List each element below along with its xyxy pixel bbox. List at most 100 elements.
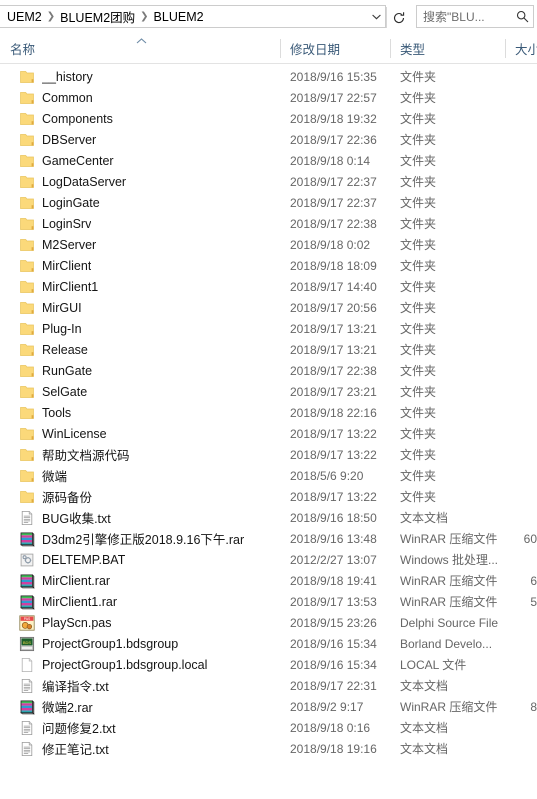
file-row[interactable]: Common 2018/9/17 22:57 文件夹 [0, 87, 537, 108]
column-header-type[interactable]: 类型 [390, 34, 505, 63]
file-row[interactable]: GameCenter 2018/9/18 0:14 文件夹 [0, 150, 537, 171]
breadcrumb-item[interactable]: BLUEM2 [150, 9, 208, 25]
file-name-cell[interactable]: M2Server [0, 237, 280, 253]
column-header-date[interactable]: 修改日期 [280, 34, 390, 63]
file-name-cell[interactable]: 修正笔记.txt [0, 739, 280, 758]
file-name-label: RunGate [42, 363, 93, 378]
file-name-cell[interactable]: BUG收集.txt [0, 508, 280, 527]
file-row[interactable]: Components 2018/9/18 19:32 文件夹 [0, 108, 537, 129]
file-name-cell[interactable]: 编译指令.txt [0, 676, 280, 695]
file-name-cell[interactable]: Tools [0, 405, 280, 421]
file-name-cell[interactable]: Release [0, 342, 280, 358]
folder-icon [19, 447, 35, 463]
file-row[interactable]: 帮助文档源代码 2018/9/17 13:22 文件夹 [0, 444, 537, 465]
file-name-cell[interactable]: 问题修复2.txt [0, 718, 280, 737]
file-row[interactable]: SelGate 2018/9/17 23:21 文件夹 [0, 381, 537, 402]
file-name-cell[interactable]: 微端2.rar [0, 697, 280, 716]
refresh-icon[interactable] [387, 5, 411, 30]
file-date-cell: 2018/9/17 13:21 [290, 321, 377, 336]
file-row[interactable]: LogDataServer 2018/9/17 22:37 文件夹 [0, 171, 537, 192]
file-name-cell[interactable]: __history [0, 69, 280, 85]
file-row[interactable]: __history 2018/9/16 15:35 文件夹 [0, 66, 537, 87]
file-date-cell: 2018/9/17 22:57 [290, 90, 377, 105]
file-row[interactable]: BDS ProjectGroup1.bdsgroup 2018/9/16 15:34… [0, 633, 537, 654]
search-input[interactable]: 搜索"BLU... [416, 5, 534, 28]
folder-icon [19, 342, 35, 358]
file-name-cell[interactable]: PAS PlayScn.pas [0, 614, 280, 631]
file-row[interactable]: MirClient.rar 2018/9/18 19:41 WinRAR 压缩文件 6 [0, 570, 537, 591]
file-row[interactable]: 源码备份 2018/9/17 13:22 文件夹 [0, 486, 537, 507]
folder-icon [19, 237, 35, 253]
file-row[interactable]: LoginSrv 2018/9/17 22:38 文件夹 [0, 213, 537, 234]
breadcrumb-item[interactable]: BLUEM2团购 [56, 6, 139, 27]
file-type-cell: 文本文档 [400, 511, 449, 525]
file-row[interactable]: BUG收集.txt 2018/9/16 18:50 文本文档 [0, 507, 537, 528]
file-row[interactable]: MirGUI 2018/9/17 20:56 文件夹 [0, 297, 537, 318]
text-file-icon [19, 741, 35, 757]
file-row[interactable]: LoginGate 2018/9/17 22:37 文件夹 [0, 192, 537, 213]
file-name-cell[interactable]: 源码备份 [0, 487, 280, 506]
file-name-cell[interactable]: Common [0, 90, 280, 106]
file-row[interactable]: MirClient1.rar 2018/9/17 13:53 WinRAR 压缩文件… [0, 591, 537, 612]
file-name-cell[interactable]: WinLicense [0, 426, 280, 442]
chevron-down-icon[interactable] [367, 14, 385, 20]
file-type-cell: 文件夹 [400, 217, 437, 231]
file-row[interactable]: MirClient1 2018/9/17 14:40 文件夹 [0, 276, 537, 297]
file-list[interactable]: __history 2018/9/16 15:35 文件夹 Common 2018/9/… [0, 64, 537, 759]
search-icon[interactable] [515, 10, 529, 23]
file-row[interactable]: Release 2018/9/17 13:21 文件夹 [0, 339, 537, 360]
text-file-icon [19, 720, 35, 736]
file-row[interactable]: MirClient 2018/9/18 18:09 文件夹 [0, 255, 537, 276]
file-row[interactable]: 修正笔记.txt 2018/9/18 19:16 文本文档 [0, 738, 537, 759]
file-row[interactable]: WinLicense 2018/9/17 13:22 文件夹 [0, 423, 537, 444]
text-file-icon [19, 678, 35, 694]
file-name-label: MirGUI [42, 300, 82, 315]
file-row[interactable]: PAS PlayScn.pas 2018/9/15 23:26 Delphi Sour… [0, 612, 537, 633]
column-header-size[interactable]: 大小 [505, 34, 537, 63]
file-name-cell[interactable]: 帮助文档源代码 [0, 445, 280, 464]
file-type-cell: 文本文档 [400, 679, 449, 693]
file-row[interactable]: RunGate 2018/9/17 22:38 文件夹 [0, 360, 537, 381]
file-name-cell[interactable]: 微端 [0, 466, 280, 485]
file-row[interactable]: DBServer 2018/9/17 22:36 文件夹 [0, 129, 537, 150]
address-field[interactable]: UEM2 ❯ BLUEM2团购 ❯ BLUEM2 [0, 5, 386, 28]
file-name-cell[interactable]: MirClient.rar [0, 573, 280, 589]
file-row[interactable]: Plug-In 2018/9/17 13:21 文件夹 [0, 318, 537, 339]
file-name-cell[interactable]: D3dm2引擎修正版2018.9.16下午.rar [0, 529, 280, 548]
file-name-cell[interactable]: ProjectGroup1.bdsgroup.local [0, 657, 280, 673]
file-name-cell[interactable]: Plug-In [0, 321, 280, 337]
file-name-cell[interactable]: MirClient1 [0, 279, 280, 295]
file-name-cell[interactable]: DBServer [0, 132, 280, 148]
breadcrumb-separator-icon: ❯ [140, 11, 149, 22]
file-type-cell: 文本文档 [400, 721, 449, 735]
file-name-cell[interactable]: DELTEMP.BAT [0, 552, 280, 568]
file-name-cell[interactable]: LogDataServer [0, 174, 280, 190]
file-name-cell[interactable]: GameCenter [0, 153, 280, 169]
file-row[interactable]: 问题修复2.txt 2018/9/18 0:16 文本文档 [0, 717, 537, 738]
file-name-cell[interactable]: MirClient1.rar [0, 594, 280, 610]
file-name-cell[interactable]: MirGUI [0, 300, 280, 316]
file-name-cell[interactable]: SelGate [0, 384, 280, 400]
folder-icon [19, 69, 35, 85]
address-bar: UEM2 ❯ BLUEM2团购 ❯ BLUEM2 搜索"BLU... [0, 5, 537, 30]
file-name-label: Plug-In [42, 321, 82, 336]
file-name-cell[interactable]: MirClient [0, 258, 280, 274]
file-row[interactable]: Tools 2018/9/18 22:16 文件夹 [0, 402, 537, 423]
file-date-cell: 2018/9/17 22:38 [290, 363, 377, 378]
file-row[interactable]: ProjectGroup1.bdsgroup.local 2018/9/16 15… [0, 654, 537, 675]
breadcrumb-item[interactable]: UEM2 [3, 9, 46, 25]
file-row[interactable]: 微端2.rar 2018/9/2 9:17 WinRAR 压缩文件 8 [0, 696, 537, 717]
file-row[interactable]: 编译指令.txt 2018/9/17 22:31 文本文档 [0, 675, 537, 696]
winrar-icon [19, 531, 35, 547]
file-name-cell[interactable]: LoginGate [0, 195, 280, 211]
file-name-cell[interactable]: Components [0, 111, 280, 127]
svg-text:BDS: BDS [23, 640, 32, 645]
column-header-date-label: 修改日期 [290, 43, 341, 57]
file-row[interactable]: D3dm2引擎修正版2018.9.16下午.rar 2018/9/16 13:48… [0, 528, 537, 549]
file-row[interactable]: DELTEMP.BAT 2012/2/27 13:07 Windows 批处理... [0, 549, 537, 570]
file-name-cell[interactable]: BDS ProjectGroup1.bdsgroup [0, 636, 280, 652]
file-name-cell[interactable]: LoginSrv [0, 216, 280, 232]
file-row[interactable]: M2Server 2018/9/18 0:02 文件夹 [0, 234, 537, 255]
file-name-cell[interactable]: RunGate [0, 363, 280, 379]
file-row[interactable]: 微端 2018/5/6 9:20 文件夹 [0, 465, 537, 486]
